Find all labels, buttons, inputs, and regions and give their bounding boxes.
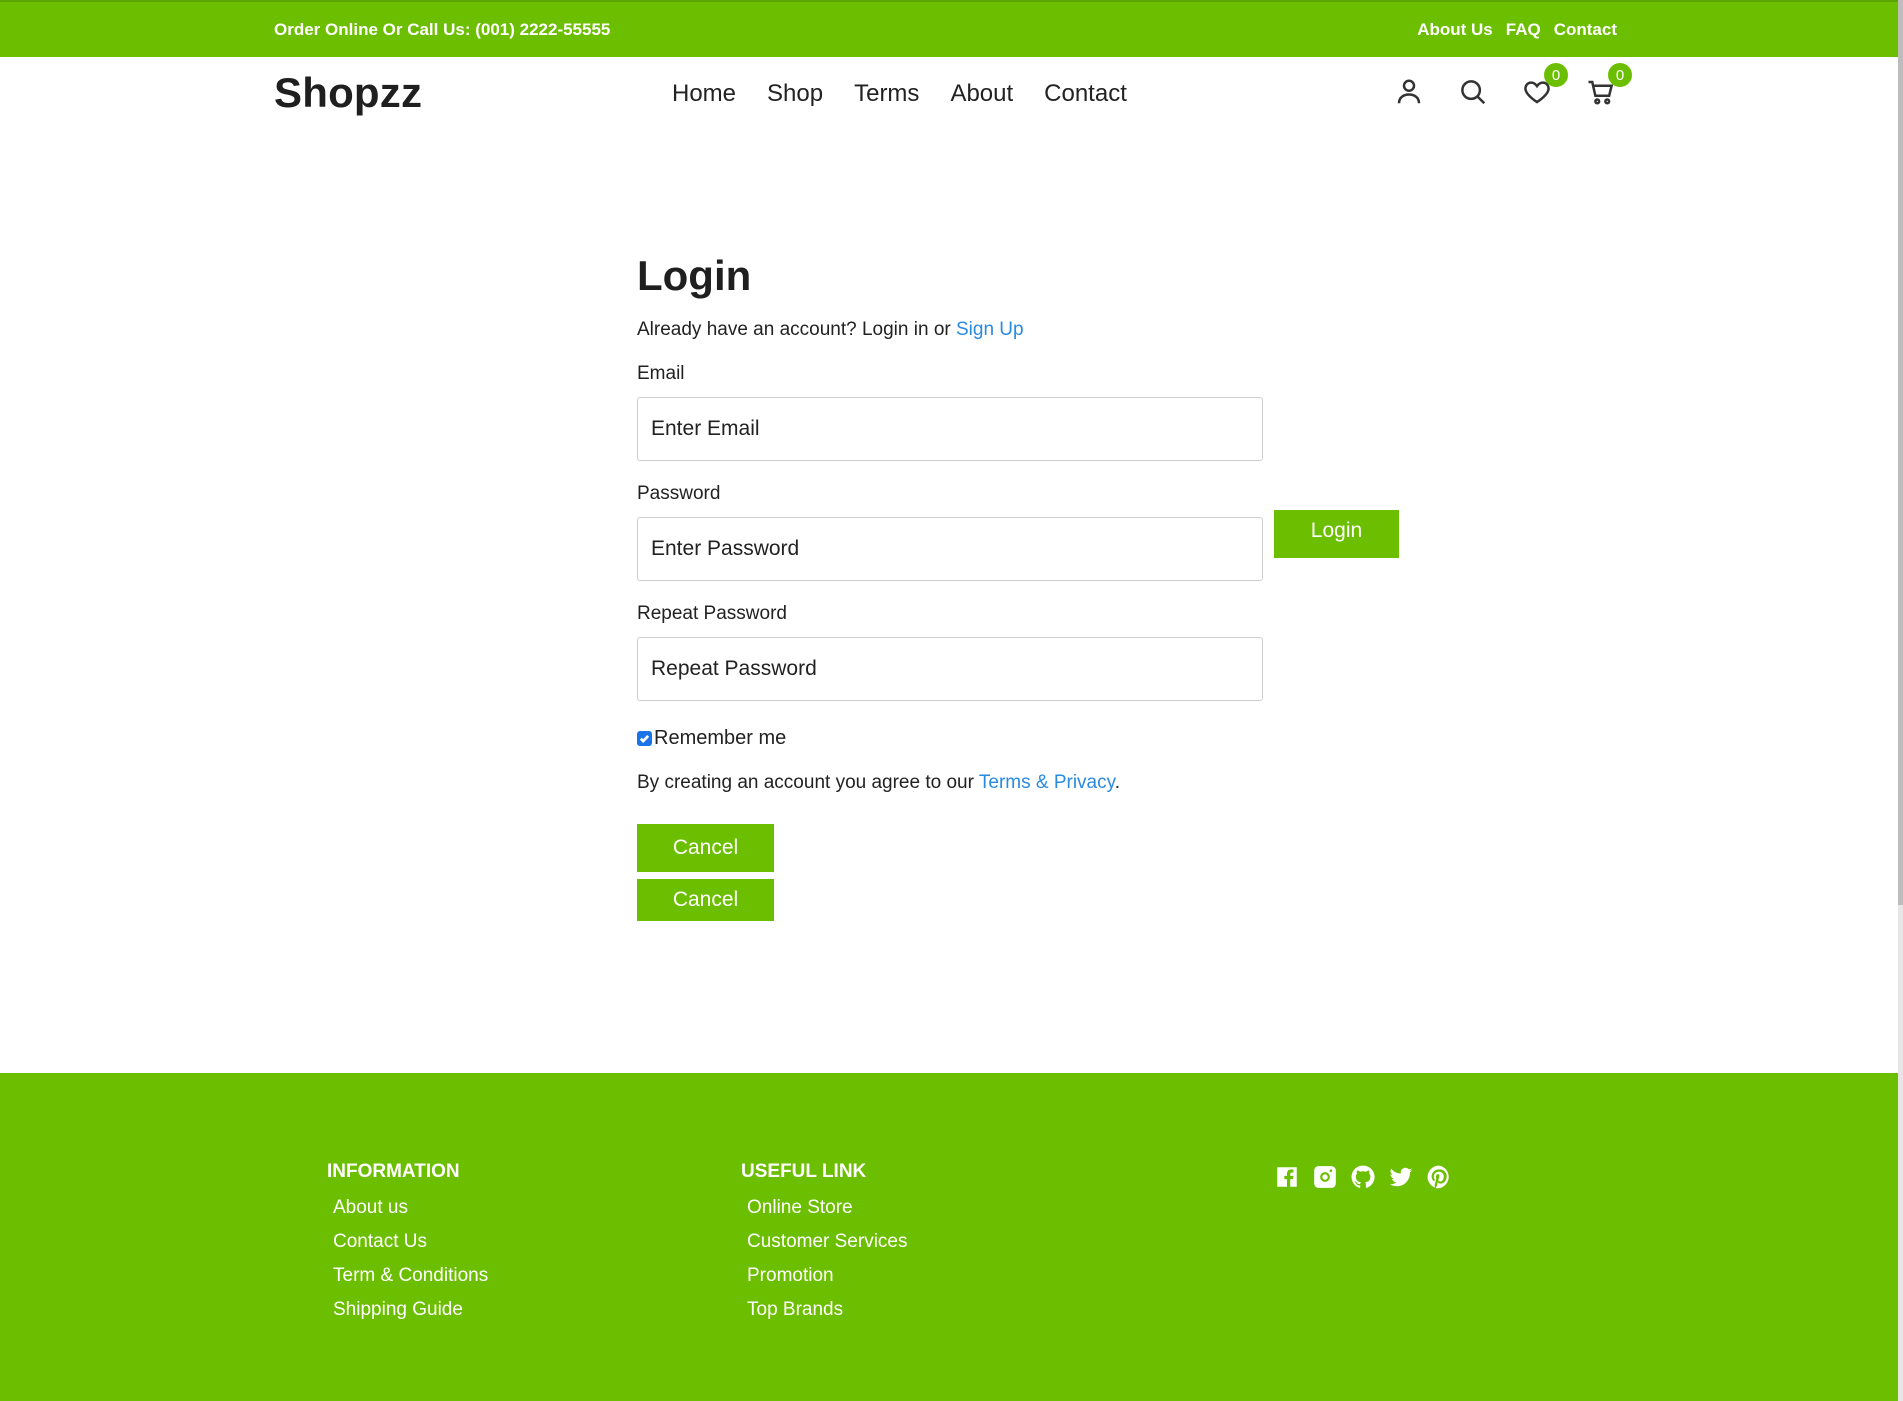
footer-useful-title: USEFUL LINK: [741, 1161, 867, 1182]
footer-link-about-us[interactable]: About us: [333, 1197, 488, 1219]
footer-information-title: INFORMATION: [327, 1161, 460, 1182]
twitter-icon[interactable]: [1387, 1163, 1415, 1191]
top-link-about-us[interactable]: About Us: [1417, 20, 1493, 40]
agree-text: By creating an account you agree to our: [637, 772, 979, 793]
terms-privacy-link[interactable]: Terms & Privacy: [979, 772, 1115, 793]
cancel-button-secondary[interactable]: Cancel: [637, 879, 774, 921]
nav-contact[interactable]: Contact: [1044, 80, 1127, 108]
footer-link-online-store[interactable]: Online Store: [747, 1197, 908, 1219]
wishlist-count-badge: 0: [1544, 63, 1568, 87]
remember-me-row: Remember me: [637, 727, 1263, 750]
cart-count-badge: 0: [1608, 63, 1632, 87]
instagram-icon[interactable]: [1311, 1163, 1339, 1191]
social-links: [1273, 1163, 1453, 1191]
repeat-password-label: Repeat Password: [637, 603, 787, 624]
github-icon[interactable]: [1349, 1163, 1377, 1191]
footer-information: INFORMATION About us Contact Us Term & C…: [327, 1161, 488, 1333]
email-label: Email: [637, 363, 685, 384]
password-field[interactable]: [637, 517, 1263, 581]
site-footer: INFORMATION About us Contact Us Term & C…: [0, 1073, 1898, 1401]
password-label: Password: [637, 483, 721, 504]
repeat-password-field[interactable]: [637, 637, 1263, 701]
remember-me-label: Remember me: [654, 727, 787, 749]
button-row-secondary: Cancel Login: [637, 510, 1399, 921]
checkmark-icon: [639, 734, 650, 744]
cancel-button[interactable]: Cancel: [637, 824, 774, 872]
remember-me-checkbox[interactable]: [637, 731, 652, 746]
footer-link-promotion[interactable]: Promotion: [747, 1265, 908, 1287]
nav-about[interactable]: About: [950, 80, 1013, 108]
facebook-icon[interactable]: [1273, 1163, 1301, 1191]
nav-terms[interactable]: Terms: [854, 80, 919, 108]
login-form: Login Already have an account? Login in …: [637, 252, 1399, 928]
contact-phone: Order Online Or Call Us: (001) 2222-5555…: [274, 20, 611, 39]
login-button-secondary[interactable]: Login: [1274, 510, 1399, 552]
lead-text: Already have an account? Login in or: [637, 319, 956, 340]
page-title: Login: [637, 252, 752, 299]
sign-up-link[interactable]: Sign Up: [956, 319, 1024, 340]
top-links: About Us FAQ Contact: [1417, 20, 1617, 40]
login-lead: Already have an account? Login in or Sig…: [637, 319, 1263, 341]
main-nav: Home Shop Terms About Contact: [672, 80, 1127, 108]
pinterest-icon[interactable]: [1425, 1163, 1453, 1191]
button-row-primary: Cancel Login: [637, 510, 1399, 872]
terms-notice: By creating an account you agree to our …: [637, 772, 1263, 794]
email-field[interactable]: [637, 397, 1263, 461]
footer-link-contact-us[interactable]: Contact Us: [333, 1231, 488, 1253]
agree-end: .: [1114, 772, 1120, 793]
header-icons: 0 0: [1392, 63, 1632, 109]
footer-link-terms[interactable]: Term & Conditions: [333, 1265, 488, 1287]
cart-button[interactable]: 0: [1584, 63, 1632, 109]
footer-link-top-brands[interactable]: Top Brands: [747, 1299, 908, 1321]
scrollbar-thumb[interactable]: [1898, 0, 1903, 905]
footer-link-customer-services[interactable]: Customer Services: [747, 1231, 908, 1253]
top-link-contact[interactable]: Contact: [1554, 20, 1617, 40]
site-logo[interactable]: Shopzz: [274, 69, 422, 117]
site-header: Shopzz Home Shop Terms About Contact 0 0: [0, 57, 1898, 133]
top-bar: Order Online Or Call Us: (001) 2222-5555…: [0, 0, 1898, 57]
footer-link-shipping[interactable]: Shipping Guide: [333, 1299, 488, 1321]
wishlist-button[interactable]: 0: [1520, 63, 1568, 109]
search-icon[interactable]: [1456, 75, 1490, 109]
page-scrollbar[interactable]: [1898, 0, 1903, 1401]
user-icon[interactable]: [1392, 75, 1426, 109]
nav-shop[interactable]: Shop: [767, 80, 823, 108]
footer-useful-links: USEFUL LINK Online Store Customer Servic…: [741, 1161, 908, 1333]
top-link-faq[interactable]: FAQ: [1506, 20, 1541, 40]
nav-home[interactable]: Home: [672, 80, 736, 108]
